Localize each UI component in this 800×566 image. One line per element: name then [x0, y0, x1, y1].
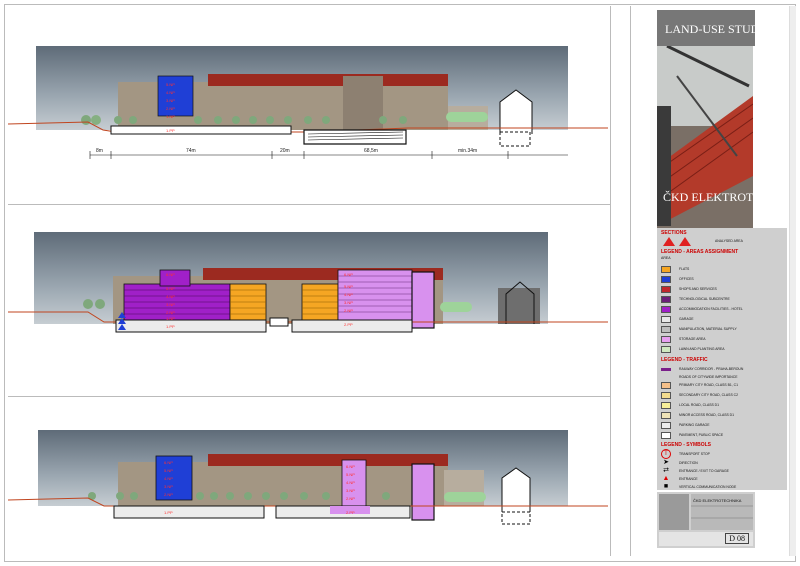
sheet-title: LAND-USE STUDY [657, 10, 768, 46]
section-divider-2 [8, 396, 610, 397]
svg-text:4.NP: 4.NP [166, 294, 175, 299]
legend-row: LOCAL ROAD, CLASS D1 [661, 401, 719, 409]
legend-areas-head: LEGEND - AREAS ASSIGNMENT [661, 249, 739, 255]
legend-row: ■ VERTICAL COMMUNICATION NODE [661, 483, 736, 491]
svg-text:3.NP: 3.NP [166, 302, 175, 307]
legend-row: MANIPULATION, MATERIAL SUPPLY [661, 325, 737, 333]
garage-top [110, 125, 292, 135]
dim-20m: 20m [280, 148, 290, 154]
legend-panel: SECTIONS ANALYSED AREA LEGEND - AREAS AS… [657, 228, 787, 490]
svg-text:5.NP: 5.NP [166, 286, 175, 291]
svg-text:2.NP: 2.NP [164, 492, 173, 497]
section-markers [663, 237, 691, 246]
svg-text:1.NP: 1.NP [166, 114, 175, 119]
office-block [157, 75, 194, 117]
svg-text:3.NP: 3.NP [344, 300, 353, 305]
svg-text:2.NP: 2.NP [344, 308, 353, 313]
svg-text:6.NP: 6.NP [346, 464, 355, 469]
svg-text:3.NP: 3.NP [164, 484, 173, 489]
svg-text:2.PP: 2.PP [344, 322, 353, 327]
svg-text:1.PP: 1.PP [166, 324, 175, 329]
svg-text:1.PP: 1.PP [166, 128, 175, 133]
red-roof-band [208, 74, 448, 86]
svg-text:6.NP: 6.NP [164, 460, 173, 465]
right-strip [789, 6, 796, 556]
legend-row: TECHNOLOGICAL SUBCENTRE [661, 295, 730, 303]
dimension-line [89, 151, 568, 159]
tower-block [411, 271, 435, 329]
garage-level-bottom [113, 505, 265, 519]
legend-row: ROADS OF CITYWIDE IMPORTANCE [679, 375, 738, 379]
title-block-project: ČKD ELEKTROTECHNIKA [693, 498, 742, 503]
legend-row: LAWN AND PLANTING AREA [661, 345, 724, 353]
project-name: ČKD ELEKTROTECHNIKA [663, 190, 800, 204]
title-block: ČKD ELEKTROTECHNIKA D 08 [657, 492, 755, 548]
hotel-block [123, 283, 231, 321]
legend-row: ⇄ ENTRANCE / EXIT TO GARAGE [661, 467, 729, 475]
svg-text:3.NP: 3.NP [346, 488, 355, 493]
svg-text:4.NP: 4.NP [166, 90, 175, 95]
dim-34m: min.34m [458, 148, 477, 154]
svg-text:6.NP: 6.NP [166, 272, 175, 277]
transport-stop-icon: T [661, 449, 671, 459]
legend-sections-head: SECTIONS [661, 230, 687, 236]
sheet-number: D 08 [725, 533, 749, 544]
svg-text:4.NP: 4.NP [346, 480, 355, 485]
legend-row: STORAGE AREA [661, 335, 706, 343]
svg-text:1.NP: 1.NP [166, 316, 175, 321]
margin-line [630, 6, 631, 556]
section-top: 5.NP 4.NP 3.NP 2.NP 1.NP 1.PP 8m 74m 20m… [8, 46, 608, 170]
dim-68m: 68,5m [364, 148, 378, 154]
dim-8m: 8m [96, 148, 103, 154]
green-tank [446, 112, 488, 122]
legend-row: ▲ ENTRANCE [662, 475, 698, 482]
svg-text:4.NP: 4.NP [164, 476, 173, 481]
legend-row: PAVEMENT, PUBLIC SPACE [661, 431, 723, 439]
legend-row: T TRANSPORT STOP [661, 449, 710, 459]
svg-text:5.NP: 5.NP [346, 472, 355, 477]
section-divider-1 [8, 204, 610, 205]
legend-row: PRIMARY CITY ROAD, CLASS B1, C1 [661, 381, 738, 389]
svg-text:3.NP: 3.NP [166, 98, 175, 103]
legend-row: GARAGE [661, 315, 694, 323]
office-block-bottom [155, 455, 193, 501]
legend-row: MINOR ACCESS ROAD, CLASS D1 [661, 411, 734, 419]
svg-text:6.NP: 6.NP [344, 272, 353, 277]
legend-row: RAILWAY CORRIDOR - PRAHA-BEROUN [661, 365, 743, 373]
section-middle: 6.NP 5.NP 4.NP 3.NP 2.NP 1.NP 1.PP 6.NP … [8, 232, 608, 336]
svg-text:2.NP: 2.NP [166, 310, 175, 315]
legend-row: PARKING GARAGE [661, 421, 709, 429]
analysed-area-label: ANALYSED AREA [715, 239, 743, 243]
svg-text:1.PP: 1.PP [164, 510, 173, 515]
svg-text:2.NP: 2.NP [166, 106, 175, 111]
legend-row: SHOPS AND SERVICES [661, 285, 717, 293]
entrance-icon: ▲ [662, 475, 670, 482]
vertical-node-icon: ■ [663, 483, 669, 490]
legend-symbols-head: LEGEND - SYMBOLS [661, 442, 712, 448]
section-bottom: 6.NP 5.NP 4.NP 3.NP 2.NP 1.PP 6.NP 5.NP … [8, 430, 608, 530]
direction-arrow-icon: ➤ [663, 459, 669, 466]
svg-text:5.NP: 5.NP [166, 82, 175, 87]
legend-traffic-head: LEGEND - TRAFFIC [661, 357, 708, 363]
facade-tower [343, 76, 383, 130]
svg-text:5.NP: 5.NP [164, 468, 173, 473]
legend-row: FLATS [661, 265, 689, 273]
svg-text:2.NP: 2.NP [346, 496, 355, 501]
svg-text:2.PP: 2.PP [346, 510, 355, 515]
dim-74m: 74m [186, 148, 196, 154]
site-photo [657, 46, 753, 236]
svg-text:5.NP: 5.NP [344, 284, 353, 289]
legend-row: SECONDARY CITY ROAD, CLASS C2 [661, 391, 738, 399]
legend-row: OFFICES [661, 275, 694, 283]
garage-level-mid [115, 319, 267, 333]
drawing-border-right [610, 6, 611, 556]
legend-row: ACCOMMODATION FACILITIES - HOTEL [661, 305, 743, 313]
side-panel: LAND-USE STUDY ČKD ELEKTROTECHNIKA SECTI… [655, 6, 800, 556]
svg-text:4.NP: 4.NP [344, 292, 353, 297]
garage-entrance-icon: ⇄ [663, 467, 669, 474]
legend-row: ➤ DIRECTION [661, 459, 698, 467]
